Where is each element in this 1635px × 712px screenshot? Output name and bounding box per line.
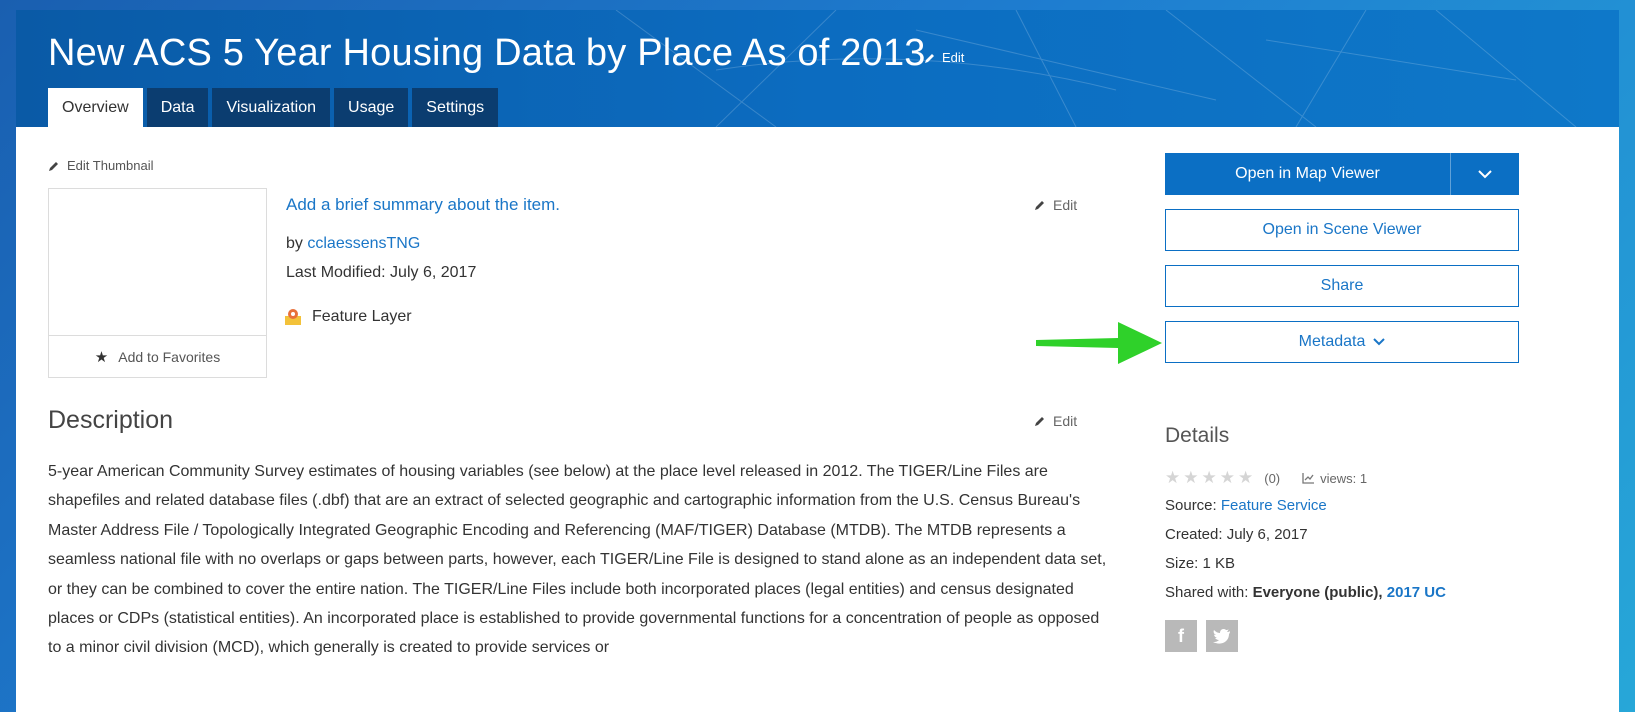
edit-thumbnail-label: Edit Thumbnail: [67, 158, 154, 173]
star-icon: ★: [94, 348, 109, 366]
metadata-label: Metadata: [1298, 333, 1366, 350]
rating-star-icon[interactable]: ★: [1220, 468, 1235, 488]
shared-with-line: Shared with: Everyone (public), 2017 UC: [1165, 584, 1446, 601]
green-arrow-annotation: [1036, 322, 1162, 364]
tab-data[interactable]: Data: [146, 88, 209, 127]
item-type: Feature Layer: [284, 308, 412, 326]
pencil-icon: [925, 53, 934, 63]
pencil-icon: [1035, 201, 1044, 210]
shared-with-value: Everyone (public),: [1252, 584, 1383, 601]
metadata-button[interactable]: Metadata: [1165, 321, 1519, 363]
source-line: Source: Feature Service: [1165, 497, 1327, 514]
summary-edit-label: Edit: [1053, 197, 1078, 213]
map-viewer-dropdown[interactable]: [1450, 153, 1519, 195]
rating-star-icon[interactable]: ★: [1238, 468, 1253, 488]
open-in-map-viewer-label: Open in Map Viewer: [1235, 165, 1380, 182]
title-edit-button[interactable]: Edit: [924, 50, 964, 65]
author-line: by cclaessensTNG: [286, 235, 420, 253]
pencil-icon: [49, 161, 58, 171]
tab-overview[interactable]: Overview: [48, 88, 143, 127]
facebook-share-button[interactable]: f: [1165, 620, 1197, 652]
open-in-scene-viewer-label: Open in Scene Viewer: [1262, 221, 1422, 238]
shared-group-link[interactable]: 2017 UC: [1387, 584, 1446, 601]
item-type-label: Feature Layer: [312, 308, 412, 325]
open-in-map-viewer-button[interactable]: Open in Map Viewer: [1165, 153, 1519, 195]
twitter-icon: [1213, 628, 1230, 644]
summary-edit-button[interactable]: Edit: [1034, 197, 1077, 213]
tab-bar: Overview Data Visualization Usage Settin…: [48, 88, 499, 127]
feature-layer-icon: [285, 309, 301, 325]
facebook-icon: f: [1178, 625, 1184, 646]
rating-star-icon[interactable]: ★: [1202, 468, 1217, 488]
thumbnail-box: ★ Add to Favorites: [48, 188, 267, 378]
shared-with-label: Shared with:: [1165, 584, 1249, 601]
pencil-icon: [1035, 417, 1044, 426]
item-header: New ACS 5 Year Housing Data by Place As …: [16, 10, 1619, 127]
chevron-down-icon: [1478, 169, 1492, 178]
views-count: views: 1: [1320, 470, 1368, 486]
rating-star-icon[interactable]: ★: [1165, 468, 1180, 488]
share-button[interactable]: Share: [1165, 265, 1519, 307]
rating-star-icon[interactable]: ★: [1183, 468, 1198, 488]
item-page: New ACS 5 Year Housing Data by Place As …: [16, 10, 1619, 712]
last-modified: Last Modified: July 6, 2017: [286, 264, 477, 281]
tab-visualization[interactable]: Visualization: [212, 88, 331, 127]
author-link[interactable]: cclaessensTNG: [307, 235, 420, 252]
rating-row: ★ ★ ★ ★ ★ (0) views: 1: [1165, 468, 1367, 488]
chevron-down-icon: [1373, 338, 1386, 346]
description-body: 5-year American Community Survey estimat…: [48, 463, 1107, 657]
add-to-favorites-button[interactable]: ★ Add to Favorites: [49, 335, 266, 377]
page-title: New ACS 5 Year Housing Data by Place As …: [48, 32, 926, 74]
details-title: Details: [1165, 424, 1230, 447]
rating-count: (0): [1264, 470, 1281, 486]
edit-thumbnail-button[interactable]: Edit Thumbnail: [48, 158, 153, 173]
title-edit-label: Edit: [942, 50, 965, 65]
size-line: Size: 1 KB: [1165, 555, 1236, 572]
summary-link[interactable]: Add a brief summary about the item.: [286, 195, 560, 215]
source-label: Source:: [1165, 497, 1217, 514]
description-edit-label: Edit: [1053, 413, 1078, 429]
twitter-share-button[interactable]: [1206, 620, 1238, 652]
tab-usage[interactable]: Usage: [334, 88, 409, 127]
description-title: Description: [48, 406, 174, 434]
description-edit-button[interactable]: Edit: [1034, 413, 1077, 429]
by-prefix: by: [286, 235, 303, 252]
source-link[interactable]: Feature Service: [1221, 497, 1327, 514]
add-to-favorites-label: Add to Favorites: [118, 348, 221, 365]
tab-settings[interactable]: Settings: [412, 88, 499, 127]
share-label: Share: [1320, 277, 1364, 294]
created-line: Created: July 6, 2017: [1165, 526, 1308, 543]
open-in-scene-viewer-button[interactable]: Open in Scene Viewer: [1165, 209, 1519, 251]
chart-icon: [1302, 473, 1315, 484]
